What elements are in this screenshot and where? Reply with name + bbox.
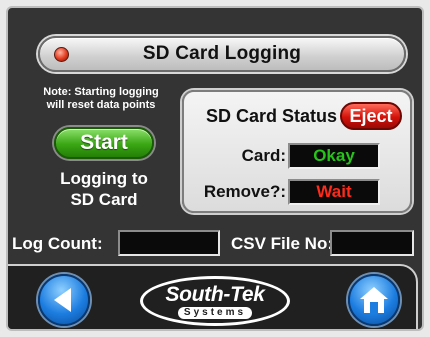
nav-bar: South-Tek Systems <box>8 264 418 329</box>
logging-status-label: Logging to SD Card <box>46 168 162 210</box>
remove-status-text: Wait <box>316 182 352 201</box>
status-led-icon <box>54 47 69 62</box>
logo-main-text: South-Tek <box>165 282 265 306</box>
eject-button[interactable]: Eject <box>340 102 402 130</box>
back-arrow-icon <box>54 288 71 312</box>
csv-file-label: CSV File No: <box>231 234 334 253</box>
page-title: SD Card Logging <box>142 43 302 64</box>
log-count-label: Log Count: <box>12 234 103 253</box>
home-button[interactable] <box>348 274 400 326</box>
log-count-value <box>118 230 220 256</box>
remove-label: Remove?: <box>203 182 286 201</box>
sd-card-status-panel: SD Card Status Eject Card: Okay Remove?:… <box>182 90 412 213</box>
logging-status-line1: Logging to <box>60 169 148 188</box>
sd-card-status-title: SD Card Status <box>206 106 338 126</box>
south-tek-logo: South-Tek Systems <box>140 276 290 326</box>
card-status-text: Okay <box>313 146 355 165</box>
logging-note: Note: Starting logging will reset data p… <box>43 86 159 111</box>
home-icon <box>360 287 388 313</box>
card-label: Card: <box>241 146 286 165</box>
screen-frame: SD Card Logging Note: Starting logging w… <box>6 6 424 331</box>
remove-status-value: Wait <box>288 179 380 205</box>
start-button[interactable]: Start <box>54 127 154 159</box>
logo-sub-text: Systems <box>177 306 253 319</box>
logging-status-line2: SD Card <box>70 190 138 209</box>
card-status-value: Okay <box>288 143 380 169</box>
title-bar: SD Card Logging <box>38 36 406 72</box>
back-button[interactable] <box>38 274 90 326</box>
csv-file-value <box>330 230 414 256</box>
